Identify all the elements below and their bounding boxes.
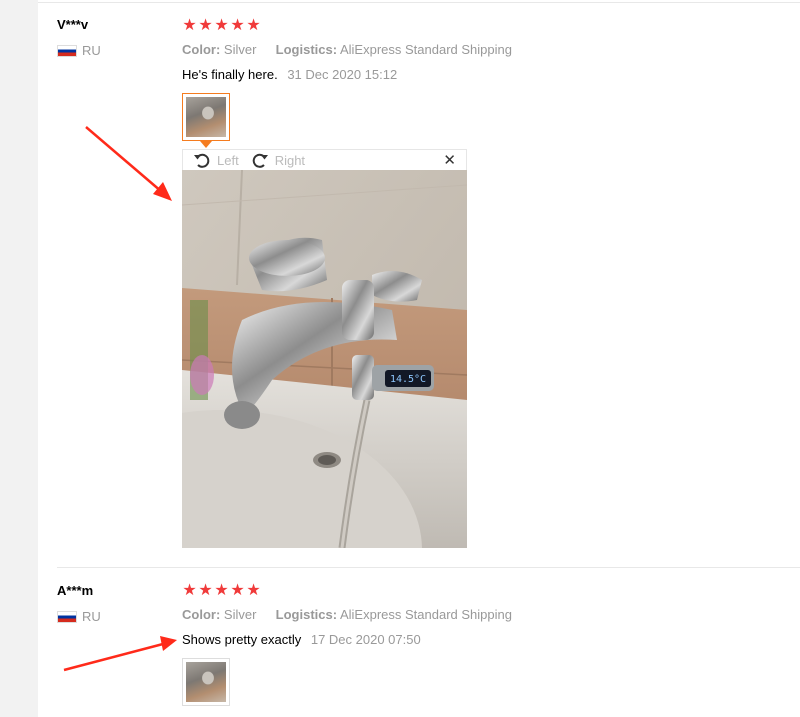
logistics-value: AliExpress Standard Shipping bbox=[339, 42, 512, 57]
comment-text: Shows pretty exactly bbox=[182, 632, 302, 647]
color-label: Color: bbox=[182, 607, 221, 622]
review-date: 31 Dec 2020 15:12 bbox=[287, 67, 398, 82]
review-comment: Shows pretty exactly 17 Dec 2020 07:50 bbox=[182, 632, 421, 647]
rotate-right-button[interactable]: Right bbox=[251, 152, 305, 168]
rotate-right-icon bbox=[252, 153, 268, 168]
close-viewer-button[interactable]: ✕ bbox=[443, 151, 456, 169]
logistics-label: Logistics: bbox=[275, 42, 338, 57]
review-photo-thumbnail[interactable] bbox=[182, 93, 230, 141]
logistics-label: Logistics: bbox=[275, 607, 338, 622]
rotate-left-label: Left bbox=[217, 152, 239, 168]
country-code: RU bbox=[82, 43, 101, 58]
rotate-left-button[interactable]: Left bbox=[193, 152, 239, 168]
review-date: 17 Dec 2020 07:50 bbox=[310, 632, 421, 647]
star-icon: ★ bbox=[198, 582, 213, 599]
top-divider bbox=[38, 2, 800, 3]
logistics-value: AliExpress Standard Shipping bbox=[339, 607, 512, 622]
photo-viewer-toolbar: Left Right ✕ bbox=[182, 149, 467, 171]
order-info: Color: Silver Logistics: AliExpress Stan… bbox=[182, 607, 512, 622]
reviewer-country: RU bbox=[57, 43, 101, 58]
star-icon: ★ bbox=[246, 582, 261, 599]
order-info: Color: Silver Logistics: AliExpress Stan… bbox=[182, 42, 512, 57]
rating-stars: ★ ★ ★ ★ ★ bbox=[182, 583, 261, 599]
star-icon: ★ bbox=[214, 17, 229, 34]
color-label: Color: bbox=[182, 42, 221, 57]
color-value: Silver bbox=[223, 42, 257, 57]
review-photo-large[interactable]: 14.5°C bbox=[182, 170, 467, 548]
reviewer-name: A***m bbox=[57, 583, 94, 598]
reviewer-name: V***v bbox=[57, 17, 89, 32]
review-comment: He's finally here. 31 Dec 2020 15:12 bbox=[182, 67, 397, 82]
star-icon: ★ bbox=[230, 17, 245, 34]
star-icon: ★ bbox=[214, 582, 229, 599]
reviewer-country: RU bbox=[57, 609, 101, 624]
star-icon: ★ bbox=[230, 582, 245, 599]
russia-flag-icon bbox=[57, 44, 77, 57]
star-icon: ★ bbox=[246, 17, 261, 34]
review-divider bbox=[57, 567, 800, 568]
country-code: RU bbox=[82, 609, 101, 624]
color-value: Silver bbox=[223, 607, 257, 622]
russia-flag-icon bbox=[57, 610, 77, 623]
thermometer-display: 14.5°C bbox=[390, 374, 426, 385]
star-icon: ★ bbox=[182, 17, 197, 34]
comment-text: He's finally here. bbox=[182, 67, 278, 82]
star-icon: ★ bbox=[198, 17, 213, 34]
faucet-photo: 14.5°C bbox=[182, 170, 467, 548]
star-icon: ★ bbox=[182, 582, 197, 599]
review-photo-thumbnail[interactable] bbox=[182, 658, 230, 706]
faucet-photo-thumb bbox=[186, 662, 226, 702]
faucet-photo-thumb bbox=[186, 97, 226, 137]
active-thumb-caret bbox=[200, 141, 212, 148]
rotate-left-icon bbox=[194, 153, 210, 168]
rotate-right-label: Right bbox=[274, 152, 306, 168]
rating-stars: ★ ★ ★ ★ ★ bbox=[182, 18, 261, 34]
